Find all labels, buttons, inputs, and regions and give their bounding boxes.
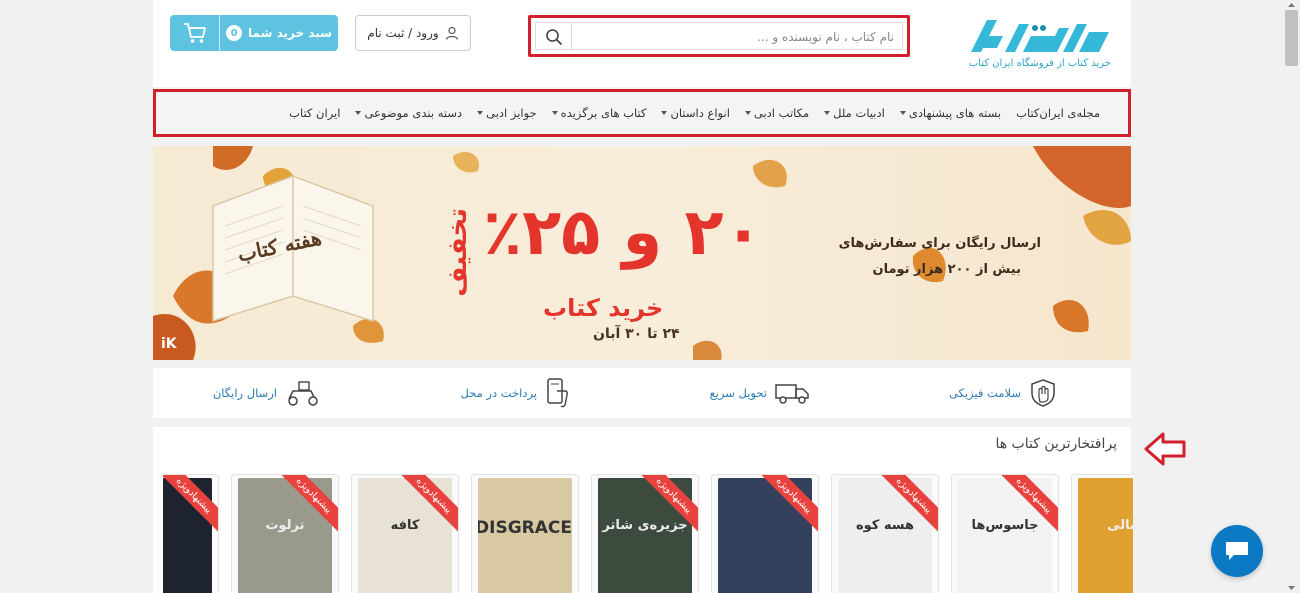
promo-banner[interactable]: هفته کتاب iK تخفیف ۲۰ و ۲۵٪ خرید کتاب ۲۴…	[153, 146, 1131, 360]
book-card[interactable]: DISGRACE	[471, 474, 579, 593]
book-card[interactable]: جزیره‌ی شاتر پیشنهادویژه	[591, 474, 699, 593]
nav-item[interactable]: مجله‌ی ایران‌کتاب	[1016, 106, 1100, 120]
main-nav: ایران کتاب دسته بندی موضوعی جوایز ادبی کتاب…	[153, 89, 1131, 137]
book-cover-title: ترلوت	[265, 518, 305, 533]
feature-label: سلامت فیزیکی	[948, 386, 1021, 400]
free-shipping-line-2: بیش از ۲۰۰ هزار تومان	[872, 262, 1021, 277]
free-shipping-line-1: ارسال رایگان برای سفارش‌های	[838, 236, 1041, 251]
search-icon	[545, 29, 562, 45]
book-cover-title: هسه کوه	[855, 518, 915, 533]
book-cover-title: سالی	[1107, 518, 1133, 533]
scroll-thumb[interactable]	[1285, 10, 1298, 66]
nav-item[interactable]: انواع داستان	[661, 106, 730, 120]
nav-item[interactable]: ادبیات ملل	[824, 106, 885, 120]
nav-item-label: انواع داستان	[670, 106, 730, 120]
nav-item[interactable]: کتاب های برگزیده	[551, 106, 647, 120]
nav-item-label: ایران کتاب	[289, 106, 341, 120]
search-field-wrap	[535, 22, 903, 51]
logo-tagline: خرید کتاب از فروشگاه ایران کتاب	[968, 58, 1111, 69]
scroll-down-arrow-icon[interactable]	[1283, 583, 1300, 593]
feature-label: ارسال رایگان	[212, 386, 277, 400]
features-bar: سلامت فیزیکی تحویل سریع پرداخت در محل ار…	[153, 368, 1131, 418]
login-label: ورود / ثبت نام	[367, 26, 439, 40]
login-register-button[interactable]: ورود / ثبت نام	[355, 15, 471, 51]
book-cover-title: کافه	[390, 518, 420, 533]
discount-number: ۲۰ و ۲۵٪	[483, 196, 763, 270]
nav-item[interactable]: ایران کتاب	[289, 106, 340, 120]
nav-item-label: دسته بندی موضوعی	[364, 106, 463, 120]
dropdown-caret-icon	[355, 111, 362, 115]
feature-label: پرداخت در محل	[460, 386, 537, 400]
nav-list: ایران کتاب دسته بندی موضوعی جوایز ادبی کتاب…	[289, 92, 1100, 134]
cart-label-wrap: 0 سبد خرید شما	[220, 25, 338, 41]
book-cover-title: DISGRACE	[478, 518, 572, 538]
dropdown-caret-icon	[744, 111, 751, 115]
book-card[interactable]: پیشنهادویژه	[711, 474, 819, 593]
feature-fast-delivery[interactable]: تحویل سریع	[710, 378, 811, 408]
nav-item-label: جوایز ادبی	[486, 106, 537, 120]
feature-physical-health[interactable]: سلامت فیزیکی	[949, 378, 1057, 408]
book-cover: سالی	[1078, 478, 1133, 593]
book-card[interactable]: سالی	[1071, 474, 1133, 593]
section-title: پرافتخارترین کتاب ها	[995, 436, 1117, 452]
feature-cash-on-delivery[interactable]: پرداخت در محل	[460, 378, 571, 408]
bestsellers-section: پرافتخارترین کتاب ها سالیجاسوس‌هاپیشنهاد…	[153, 427, 1133, 593]
event-dates: ۲۴ تا ۳۰ آبان	[593, 326, 680, 342]
dropdown-caret-icon	[477, 111, 484, 115]
cart-count-badge: 0	[226, 25, 243, 41]
cart-icon-wrap	[170, 15, 220, 51]
dropdown-caret-icon	[824, 111, 831, 115]
book-cover-title: جزیره‌ی شاتر	[602, 518, 688, 533]
book-card[interactable]: کافه پیشنهادویژه	[351, 474, 459, 593]
cart-button[interactable]: 0 سبد خرید شما	[170, 15, 338, 51]
book-cover: DISGRACE	[478, 478, 572, 593]
nav-item-label: بسته های پیشنهادی	[908, 106, 1002, 120]
banner-corner-logo: iK	[161, 336, 177, 352]
feature-free-shipping[interactable]: ارسال رایگان	[213, 378, 321, 408]
nav-item[interactable]: دسته بندی موضوعی	[355, 106, 462, 120]
nav-item[interactable]: بسته های پیشنهادی	[899, 106, 1002, 120]
nav-item-label: مکاتب ادبی	[753, 106, 810, 120]
dropdown-caret-icon	[899, 111, 906, 115]
feature-label: تحویل سریع	[709, 386, 767, 400]
cart-icon	[183, 23, 206, 43]
chat-bubble-icon	[1226, 542, 1248, 560]
search-input[interactable]	[574, 23, 894, 51]
discount-word: تخفیف	[443, 208, 473, 297]
shield-hand-icon	[1031, 379, 1055, 407]
book-card[interactable]: هسه کوه پیشنهادویژه	[831, 474, 939, 593]
user-icon	[445, 26, 458, 40]
nav-item[interactable]: مکاتب ادبی	[744, 106, 810, 120]
event-title: خرید کتاب	[543, 294, 664, 322]
dropdown-caret-icon	[551, 111, 558, 115]
chat-support-button[interactable]	[1211, 525, 1263, 577]
truck-icon	[775, 384, 809, 404]
logo-mark-icon	[971, 20, 1109, 52]
dropdown-caret-icon	[661, 111, 668, 115]
book-card[interactable]: پیشنهادویژه	[163, 474, 219, 593]
scroll-up-arrow-icon[interactable]	[1283, 0, 1300, 10]
page-scrollbar[interactable]	[1283, 0, 1300, 593]
book-card[interactable]: ترلوت پیشنهادویژه	[231, 474, 339, 593]
nav-item[interactable]: جوایز ادبی	[477, 106, 537, 120]
cart-label: سبد خرید شما	[248, 26, 332, 40]
books-carousel: سالیجاسوس‌هاپیشنهادویژههسه کوهپیشنهادویژ…	[163, 474, 1133, 593]
red-arrow-annotation	[1144, 432, 1186, 466]
page: خرید کتاب از فروشگاه ایران کتاب ورود / ث…	[153, 0, 1133, 593]
book-card[interactable]: جاسوس‌ها پیشنهادویژه	[951, 474, 1059, 593]
book-cover-title: جاسوس‌ها	[971, 518, 1039, 533]
site-header: خرید کتاب از فروشگاه ایران کتاب ورود / ث…	[153, 0, 1131, 87]
nav-item-label: مجله‌ی ایران‌کتاب	[1016, 106, 1100, 120]
nav-item-label: ادبیات ملل	[833, 106, 885, 120]
search-bar	[528, 15, 910, 57]
scooter-icon	[288, 381, 318, 406]
phone-payment-icon	[547, 378, 569, 408]
site-logo[interactable]: خرید کتاب از فروشگاه ایران کتاب	[953, 14, 1113, 74]
nav-item-label: کتاب های برگزیده	[560, 106, 647, 120]
search-button[interactable]	[536, 23, 572, 51]
